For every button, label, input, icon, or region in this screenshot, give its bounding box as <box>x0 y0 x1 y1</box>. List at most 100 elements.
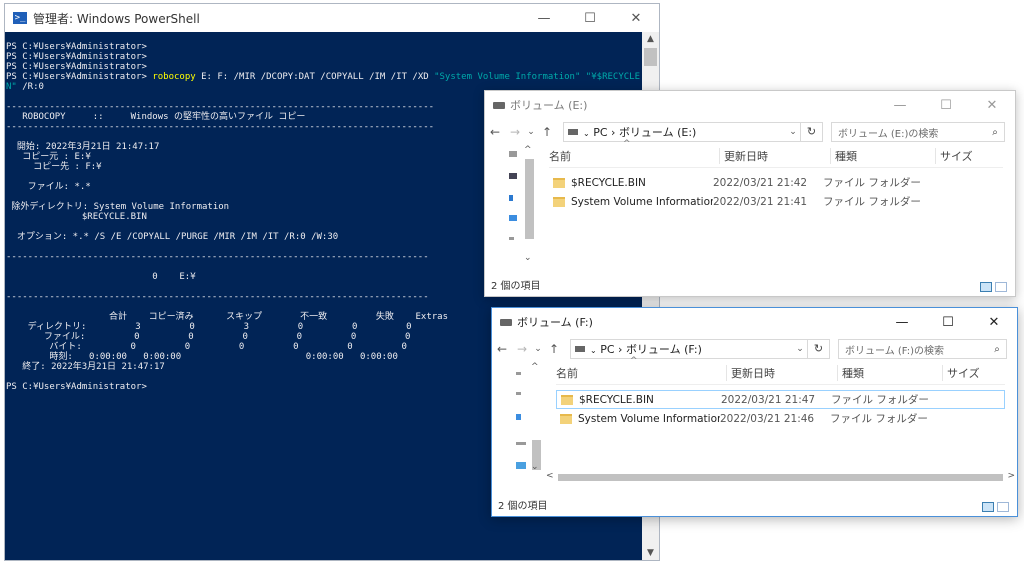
navigation-pane[interactable]: ^ ⌄ <box>512 362 544 484</box>
folder-icon <box>560 413 572 424</box>
explorer-window-e[interactable]: ボリューム (E:) — ☐ ✕ ← → ⌄ ↑ ⌄ PC › ボリューム (E… <box>484 90 1016 297</box>
close-button[interactable]: ✕ <box>969 98 1015 113</box>
status-bar: 2 個の項目 <box>498 501 548 512</box>
drive-icon <box>575 346 585 352</box>
maximize-button[interactable]: ☐ <box>567 11 613 26</box>
search-icon[interactable]: ⌕ <box>988 344 1006 355</box>
scroll-thumb[interactable] <box>644 48 657 66</box>
powershell-titlebar[interactable]: >_ 管理者: Windows PowerShell — ☐ ✕ <box>5 4 659 32</box>
drive-icon[interactable] <box>509 237 514 240</box>
column-date[interactable]: 更新日時 <box>726 365 837 381</box>
onedrive-icon[interactable] <box>509 195 513 201</box>
file-pane[interactable]: ^ ⌄ ^ 名前 更新日時 種類 サイズ $RECYCLE.BIN 2022/03… <box>492 356 1017 484</box>
up-arrow-icon[interactable]: ↑ <box>544 342 564 356</box>
list-item[interactable]: System Volume Information 2022/03/21 21:… <box>549 192 1003 211</box>
folder-icon <box>553 196 565 207</box>
forward-arrow-icon[interactable]: → <box>512 342 532 356</box>
breadcrumb[interactable]: ⌄ PC › ボリューム (E:) <box>583 124 786 140</box>
minimize-button[interactable]: — <box>879 315 925 330</box>
item-name: System Volume Information <box>571 195 713 208</box>
search-box[interactable]: ボリューム (E:)の検索 ⌕ <box>831 122 1005 142</box>
maximize-button[interactable]: ☐ <box>925 315 971 330</box>
close-button[interactable]: ✕ <box>613 11 659 26</box>
command-wrap-rest: /R:0 <box>16 82 44 92</box>
breadcrumb-pc[interactable]: PC <box>593 126 607 139</box>
drive-icon[interactable] <box>516 442 526 445</box>
explorer-titlebar[interactable]: ボリューム (F:) — ☐ ✕ <box>492 308 1017 336</box>
scroll-left-arrow-icon[interactable]: < <box>546 471 554 481</box>
column-name[interactable]: ^ 名前 <box>549 139 719 164</box>
search-placeholder: ボリューム (F:)の検索 <box>845 345 945 357</box>
command-wrap-string: N" <box>6 82 17 92</box>
desktop-icon[interactable] <box>509 173 517 179</box>
breadcrumb-pc[interactable]: PC <box>600 343 614 356</box>
minimize-button[interactable]: — <box>521 11 567 26</box>
explorer-titlebar[interactable]: ボリューム (E:) — ☐ ✕ <box>485 91 1015 119</box>
scroll-thumb[interactable] <box>525 159 534 239</box>
horizontal-scrollbar[interactable]: < > <box>544 470 1017 484</box>
back-arrow-icon[interactable]: ← <box>485 125 505 139</box>
drive-icon[interactable] <box>516 372 521 375</box>
console-line: ----------------------------------------… <box>6 122 435 132</box>
column-size[interactable]: サイズ <box>942 365 1005 381</box>
minimize-button[interactable]: — <box>877 98 923 113</box>
refresh-icon[interactable]: ↻ <box>801 122 823 142</box>
address-bar[interactable]: ⌄ PC › ボリューム (E:) ⌄ <box>563 122 801 142</box>
item-date: 2022/03/21 21:41 <box>713 195 808 208</box>
navigation-pane[interactable]: ^ ⌄ <box>505 145 537 263</box>
column-size[interactable]: サイズ <box>935 148 1003 164</box>
details-view-icon[interactable] <box>980 282 992 292</box>
command-name: robocopy <box>152 72 196 82</box>
address-dropdown-icon[interactable]: ⌄ <box>793 344 807 354</box>
console-line: PS C:¥Users¥Administrator> <box>6 62 147 72</box>
refresh-icon[interactable]: ↻ <box>808 339 830 359</box>
back-arrow-icon[interactable]: ← <box>492 342 512 356</box>
scroll-thumb[interactable] <box>558 474 1003 481</box>
drive-icon <box>493 101 505 109</box>
navpane-scrollbar[interactable]: ^ ⌄ <box>529 362 543 484</box>
network-icon[interactable] <box>516 414 521 420</box>
quick-access-icon[interactable] <box>509 151 517 157</box>
file-pane[interactable]: ^ ⌄ ^ 名前 更新日時 種類 サイズ $RECYCLE.BIN 2022/03… <box>485 139 1015 263</box>
large-icons-view-icon[interactable] <box>995 282 1007 292</box>
address-dropdown-icon[interactable]: ⌄ <box>786 127 800 137</box>
network-drive-icon[interactable] <box>516 462 526 469</box>
column-date[interactable]: 更新日時 <box>719 148 830 164</box>
close-button[interactable]: ✕ <box>971 315 1017 330</box>
explorer-window-f[interactable]: ボリューム (F:) — ☐ ✕ ← → ⌄ ↑ ⌄ PC › ボリューム (F… <box>491 307 1018 517</box>
command-prompt: PS C:¥Users¥Administrator> <box>6 72 153 82</box>
forward-arrow-icon[interactable]: → <box>505 125 525 139</box>
list-item[interactable]: System Volume Information 2022/03/21 21:… <box>556 409 1005 428</box>
scroll-down-arrow-icon[interactable]: ⌄ <box>531 462 539 472</box>
scroll-up-arrow-icon[interactable]: ^ <box>531 362 539 372</box>
scroll-down-arrow-icon[interactable]: ⌄ <box>524 253 532 263</box>
recent-locations-icon[interactable]: ⌄ <box>525 127 537 137</box>
scroll-up-arrow-icon[interactable]: ▲ <box>642 34 659 44</box>
breadcrumb-drive[interactable]: ボリューム (F:) <box>626 343 702 356</box>
scroll-down-arrow-icon[interactable]: ▼ <box>642 548 659 558</box>
address-bar[interactable]: ⌄ PC › ボリューム (F:) ⌄ <box>570 339 808 359</box>
console-line: 終了: 2022年3月21日 21:47:17 <box>6 362 165 372</box>
list-item[interactable]: $RECYCLE.BIN 2022/03/21 21:42 ファイル フォルダー <box>549 173 1003 192</box>
column-name[interactable]: ^ 名前 <box>556 356 726 381</box>
search-box[interactable]: ボリューム (F:)の検索 ⌕ <box>838 339 1007 359</box>
column-type[interactable]: 種類 <box>837 365 942 381</box>
navpane-scrollbar[interactable]: ^ ⌄ <box>522 145 536 263</box>
pc-icon[interactable] <box>509 215 517 221</box>
item-type: ファイル フォルダー <box>831 394 929 406</box>
scroll-up-arrow-icon[interactable]: ^ <box>524 145 532 155</box>
column-type[interactable]: 種類 <box>830 148 935 164</box>
folder-icon <box>553 177 565 188</box>
scroll-right-arrow-icon[interactable]: > <box>1007 471 1015 481</box>
breadcrumb-drive[interactable]: ボリューム (E:) <box>619 126 696 139</box>
recent-locations-icon[interactable]: ⌄ <box>532 344 544 354</box>
up-arrow-icon[interactable]: ↑ <box>537 125 557 139</box>
list-item[interactable]: $RECYCLE.BIN 2022/03/21 21:47 ファイル フォルダー <box>556 390 1005 409</box>
details-view-icon[interactable] <box>982 502 994 512</box>
search-icon[interactable]: ⌕ <box>986 127 1004 138</box>
view-toggle <box>982 502 1009 512</box>
breadcrumb[interactable]: ⌄ PC › ボリューム (F:) <box>590 341 793 357</box>
large-icons-view-icon[interactable] <box>997 502 1009 512</box>
drive-icon[interactable] <box>516 392 521 395</box>
maximize-button[interactable]: ☐ <box>923 98 969 113</box>
